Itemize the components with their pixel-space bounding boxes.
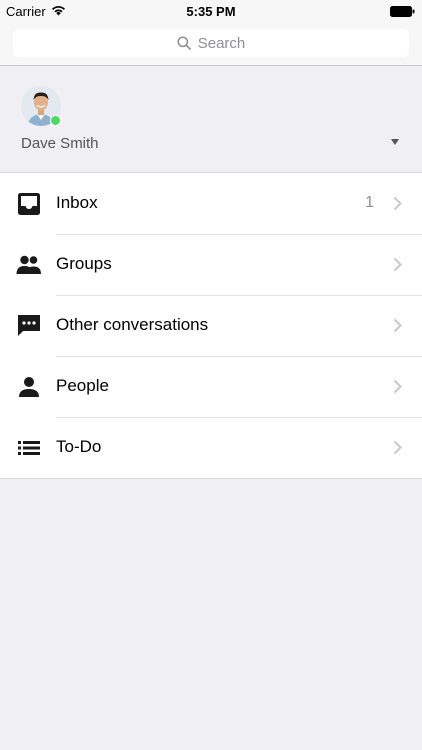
menu-item-label: To-Do [56,437,102,456]
menu-item-inbox[interactable]: Inbox 1 [0,173,422,234]
search-placeholder: Search [197,34,246,52]
profile-header: Dave Smith [0,67,422,172]
status-time: 5:35 PM [186,4,236,19]
menu-list: Inbox 1 Groups Other conversations Peopl… [0,172,422,479]
profile-name: Dave Smith [21,135,99,152]
list-icon [18,441,40,455]
search-header: Search [0,22,422,66]
chevron-right-icon [393,379,402,394]
chevron-right-icon [393,440,402,455]
search-icon [177,36,191,50]
menu-item-to-do[interactable]: To-Do [0,417,422,478]
chevron-right-icon [393,318,402,333]
triangle-down-icon[interactable] [389,137,401,147]
menu-item-label: Other conversations [56,315,209,334]
menu-item-groups[interactable]: Groups [0,234,422,295]
chevron-right-icon [393,257,402,272]
unread-count-badge: 1 [365,194,374,211]
inbox-icon [18,193,40,215]
groups-icon [16,255,41,274]
person-icon [19,377,39,397]
search-input[interactable]: Search [13,29,409,57]
battery-icon [390,6,415,17]
menu-item-people[interactable]: People [0,356,422,417]
menu-item-label: Groups [56,254,112,273]
status-bar: Carrier 5:35 PM [0,0,422,22]
chevron-right-icon [393,196,402,211]
menu-item-label: People [56,376,109,395]
menu-item-label: Inbox [56,193,98,212]
presence-indicator [50,115,61,126]
menu-item-other-conversations[interactable]: Other conversations [0,295,422,356]
chat-bubble-icon [18,315,40,336]
